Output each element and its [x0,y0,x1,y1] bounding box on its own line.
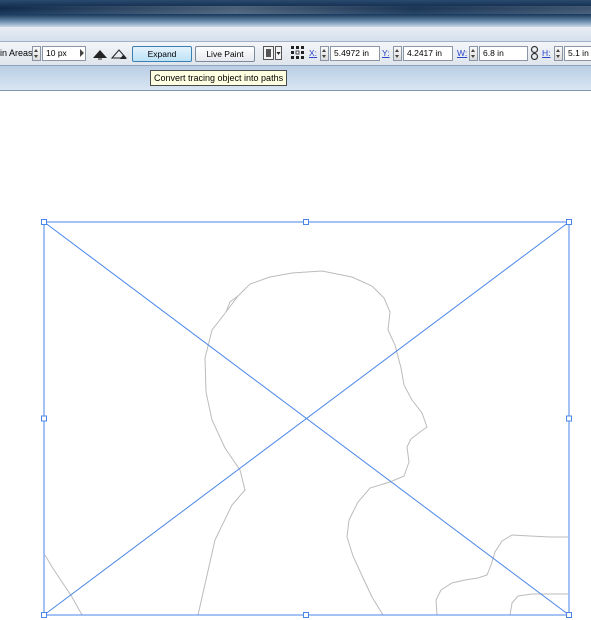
control-panel: in Areas: 10 px Expand Live Paint X: 5.4… [0,42,591,66]
expand-button[interactable]: Expand [132,46,192,62]
tracing-result-icon[interactable] [92,47,108,61]
document-tab-strip [0,66,591,91]
left-edge-outline [44,554,83,616]
middle-left-handle[interactable] [41,415,47,422]
window-title-bar [0,0,591,27]
y-field[interactable]: 4.2417 in [403,46,453,61]
bottom-right-handle[interactable] [566,612,572,618]
menu-strip [0,27,591,42]
w-field[interactable]: 6.8 in [479,46,528,61]
reference-point-icon[interactable] [290,45,305,60]
top-center-handle[interactable] [303,219,309,225]
x-label[interactable]: X: [309,48,317,58]
min-area-label: in Areas: [0,48,36,58]
tracing-outline [44,270,568,616]
background-object-detail [509,593,568,616]
align-dropdown-icon[interactable] [275,46,282,60]
x-spinner[interactable] [320,46,329,61]
head-outline [197,270,428,616]
background-object-outline [435,534,568,616]
bottom-center-handle[interactable] [303,612,309,618]
expand-tooltip: Convert tracing object into paths [150,70,288,86]
live-paint-button[interactable]: Live Paint [195,46,255,62]
y-spinner[interactable] [393,46,402,61]
bottom-left-handle[interactable] [41,612,47,618]
h-spinner[interactable] [554,46,563,61]
chevron-right-icon[interactable] [80,49,85,57]
title-bar-gloss [0,6,591,14]
h-label[interactable]: H: [542,48,551,58]
x-field[interactable]: 5.4972 in [330,46,380,61]
top-left-handle[interactable] [41,219,47,225]
min-area-spinner[interactable] [32,46,41,61]
middle-right-handle[interactable] [566,415,572,422]
w-spinner[interactable] [469,46,478,61]
w-label[interactable]: W: [457,48,467,58]
y-label[interactable]: Y: [382,48,390,58]
artboard-canvas[interactable] [0,90,591,620]
h-field[interactable]: 5.1 in [564,46,591,61]
align-to-icon[interactable] [263,46,274,60]
top-right-handle[interactable] [566,219,572,225]
constrain-proportions-icon[interactable] [530,46,539,60]
source-image-icon[interactable] [111,47,127,61]
selection-bounding-box[interactable] [43,221,570,616]
